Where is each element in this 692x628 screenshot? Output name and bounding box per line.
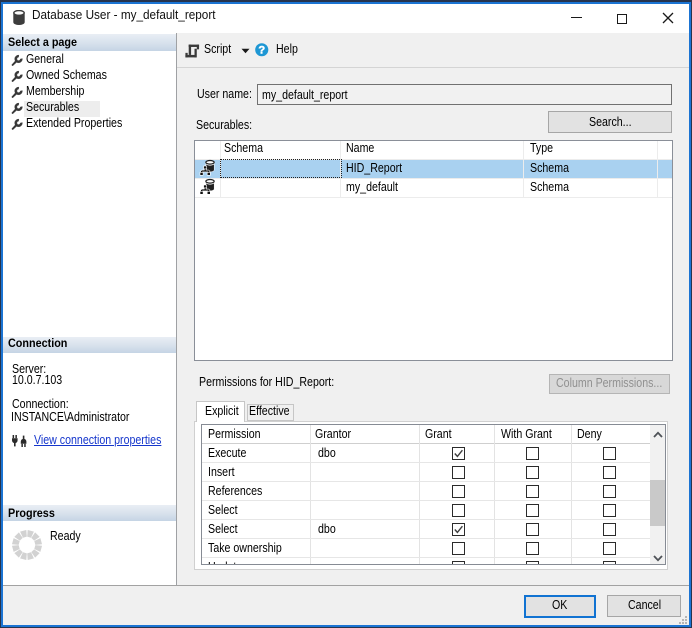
svg-text:?: ? xyxy=(258,44,265,56)
